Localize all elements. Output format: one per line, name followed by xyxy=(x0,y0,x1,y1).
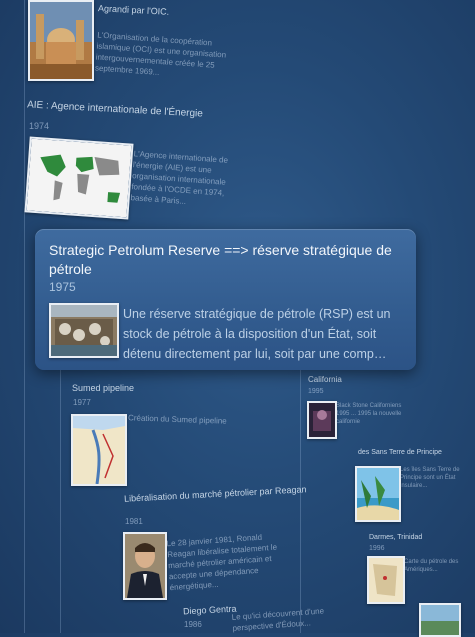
reagan-title: Libéralisation du marché pétrolier par R… xyxy=(123,484,307,504)
california-title: California xyxy=(308,375,342,384)
right-map-text: Carte du pétrole des Amériques... xyxy=(404,559,459,573)
california-year: 1995 xyxy=(308,388,324,395)
gentra-text: Le qu'ici découvrent d'une perspective d… xyxy=(231,606,325,633)
right-map-title: Darmes, Trinidad xyxy=(369,534,423,541)
right-map-image xyxy=(369,558,403,602)
island-text: Les îles Sans Terre de Principe sont un … xyxy=(400,467,460,489)
aie-year: 1974 xyxy=(29,121,50,131)
timeline-axis-mid xyxy=(60,370,61,633)
aie-title: AIE : Agence internationale de l'Énergie xyxy=(26,99,204,120)
gentra-title: Diego Gentra xyxy=(182,603,237,617)
sumed-year: 1977 xyxy=(73,398,91,407)
island-image xyxy=(357,468,399,520)
sumed-text: Création du Sumed pipeline xyxy=(127,413,227,426)
sumed-map-image xyxy=(73,416,125,484)
island-title: des Sans Terre de Principe xyxy=(358,449,442,456)
california-image xyxy=(309,403,335,437)
bottom-right-image xyxy=(421,605,459,635)
reagan-year: 1981 xyxy=(125,517,143,526)
right-map-year: 1996 xyxy=(369,545,385,552)
right-map-thumbnail[interactable] xyxy=(367,556,405,604)
aie-text: L'Agence internationale de l'énergie (AI… xyxy=(130,149,229,206)
world-map-thumbnail[interactable] xyxy=(24,136,134,220)
gentra-year: 1986 xyxy=(184,620,202,629)
card-description: Une réserve stratégique de pétrole (RSP)… xyxy=(123,307,391,361)
mosque-thumbnail[interactable] xyxy=(28,0,94,81)
oic-text: L'Organisation de la coopération islamiq… xyxy=(94,30,227,77)
california-thumbnail[interactable] xyxy=(307,401,337,439)
sumed-title: Sumed pipeline xyxy=(72,383,135,393)
california-text: Black Stone Californiens 1995 ... 1995 l… xyxy=(336,403,402,425)
world-map-image xyxy=(26,138,132,218)
bottom-right-thumbnail[interactable] xyxy=(419,603,461,637)
timeline-view[interactable]: Agrandi par l'OIC. L'Organisation de la … xyxy=(0,0,475,637)
timeline-axis-left xyxy=(24,0,25,633)
refinery-image xyxy=(51,305,117,356)
card-year: 1975 xyxy=(49,280,76,294)
reagan-text: Le 28 janvier 1981, Ronald Reagan libéra… xyxy=(166,532,278,593)
oic-heading: Agrandi par l'OIC. xyxy=(97,3,170,17)
card-title: Strategic Petrolum Reserve ==> réserve s… xyxy=(49,242,392,277)
selected-event-card[interactable]: Strategic Petrolum Reserve ==> réserve s… xyxy=(35,229,416,370)
refinery-thumbnail[interactable] xyxy=(49,303,119,358)
sumed-map-thumbnail[interactable] xyxy=(71,414,127,486)
mosque-image xyxy=(30,2,92,79)
reagan-portrait-image xyxy=(125,534,165,598)
timeline-axis-right xyxy=(300,370,301,633)
island-thumbnail[interactable] xyxy=(355,466,401,522)
reagan-portrait-thumbnail[interactable] xyxy=(123,532,167,600)
